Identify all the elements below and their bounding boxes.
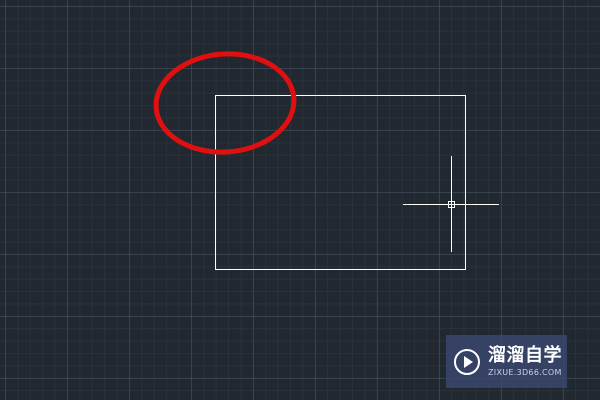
drawn-rectangle[interactable] — [215, 95, 466, 270]
drawing-canvas[interactable]: 溜溜自学 ZIXUE.3D66.COM — [0, 0, 600, 400]
watermark-text: 溜溜自学 ZIXUE.3D66.COM — [488, 344, 562, 377]
watermark-url: ZIXUE.3D66.COM — [488, 367, 562, 377]
watermark: 溜溜自学 ZIXUE.3D66.COM — [446, 335, 567, 388]
crosshair-cursor — [403, 156, 499, 252]
play-circle-icon — [454, 348, 480, 375]
highlight-circle-annotation — [153, 51, 297, 155]
watermark-title: 溜溜自学 — [488, 344, 562, 366]
